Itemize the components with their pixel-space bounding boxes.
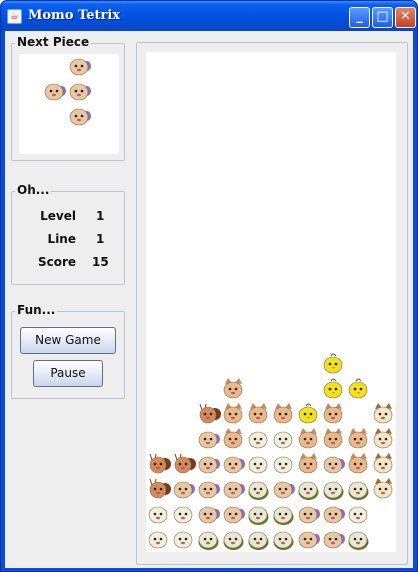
- white-sheep-block: [246, 427, 271, 452]
- green-frog-block: [346, 477, 371, 502]
- snail-block: [171, 452, 196, 477]
- pink-pig-block: [296, 502, 321, 527]
- white-sheep-block: [146, 527, 171, 552]
- green-frog-block: [321, 477, 346, 502]
- tan-cat-block: [321, 427, 346, 452]
- pink-pig-block: [221, 477, 246, 502]
- pink-pig-block: [196, 477, 221, 502]
- new-game-button[interactable]: New Game: [20, 327, 116, 354]
- white-sheep-block: [246, 452, 271, 477]
- level-row: Level 1: [12, 209, 126, 227]
- next-piece-block: [67, 104, 92, 129]
- score-row: Score 15: [12, 255, 126, 273]
- line-value: 1: [96, 232, 105, 246]
- hamster-block: [371, 427, 396, 452]
- snail-block: [146, 477, 171, 502]
- hamster-block: [371, 452, 396, 477]
- green-frog-block: [246, 527, 271, 552]
- green-frog-block: [271, 502, 296, 527]
- tan-cat-block: [346, 427, 371, 452]
- tan-cat-block: [346, 452, 371, 477]
- green-frog-block: [221, 527, 246, 552]
- next-piece-block: [67, 54, 92, 79]
- score-label: Score: [37, 255, 76, 269]
- next-piece-preview: [19, 54, 119, 154]
- green-frog-block: [246, 477, 271, 502]
- minimize-icon: _: [356, 9, 363, 24]
- next-piece-block: [67, 79, 92, 104]
- white-sheep-block: [146, 502, 171, 527]
- pink-pig-block: [321, 452, 346, 477]
- java-cup-icon: ☕: [7, 9, 22, 24]
- maximize-icon: □: [376, 9, 389, 24]
- game-board[interactable]: [146, 52, 396, 552]
- tan-cat-block: [221, 377, 246, 402]
- green-frog-block: [271, 527, 296, 552]
- next-piece-panel: Next Piece: [11, 35, 125, 161]
- tan-cat-block: [296, 427, 321, 452]
- pink-pig-block: [171, 477, 196, 502]
- tan-cat-block: [221, 427, 246, 452]
- client-area: Next Piece Oh... Level 1 Line 1 Score 15…: [5, 31, 413, 568]
- hamster-block: [371, 477, 396, 502]
- line-row: Line 1: [12, 232, 126, 250]
- window-title: Momo Tetrix: [28, 8, 121, 23]
- white-sheep-block: [346, 502, 371, 527]
- yellow-chick-block: [296, 402, 321, 427]
- tan-cat-block: [221, 402, 246, 427]
- close-button[interactable]: ✕: [395, 7, 416, 28]
- stats-panel: Oh... Level 1 Line 1 Score 15: [11, 183, 126, 285]
- tan-cat-block: [246, 402, 271, 427]
- snail-block: [146, 452, 171, 477]
- yellow-chick-block: [321, 377, 346, 402]
- close-icon: ✕: [400, 9, 411, 24]
- white-sheep-block: [171, 527, 196, 552]
- pink-pig-block: [196, 452, 221, 477]
- minimize-button[interactable]: _: [349, 7, 370, 28]
- pink-pig-block: [221, 452, 246, 477]
- green-frog-block: [196, 527, 221, 552]
- board-panel: [136, 42, 408, 565]
- app-window: ☕ Momo Tetrix _ □ ✕ Next Piece Oh... Lev…: [0, 0, 418, 572]
- pause-button[interactable]: Pause: [33, 360, 103, 387]
- pink-pig-block: [271, 477, 296, 502]
- yellow-chick-block: [346, 377, 371, 402]
- snail-block: [196, 402, 221, 427]
- stats-title: Oh...: [15, 183, 52, 197]
- tan-cat-block: [271, 402, 296, 427]
- next-piece-title: Next Piece: [15, 35, 92, 49]
- white-sheep-block: [271, 427, 296, 452]
- pink-pig-block: [321, 527, 346, 552]
- fun-panel: Fun... New Game Pause: [11, 303, 125, 399]
- green-frog-block: [246, 502, 271, 527]
- tan-cat-block: [296, 452, 321, 477]
- maximize-button[interactable]: □: [372, 7, 393, 28]
- pink-pig-block: [296, 527, 321, 552]
- level-label: Level: [40, 209, 76, 223]
- green-frog-block: [346, 527, 371, 552]
- level-value: 1: [96, 209, 105, 223]
- pink-pig-block: [321, 502, 346, 527]
- hamster-block: [371, 402, 396, 427]
- pink-pig-block: [221, 502, 246, 527]
- yellow-chick-block: [321, 352, 346, 377]
- white-sheep-block: [171, 502, 196, 527]
- fun-title: Fun...: [15, 303, 58, 317]
- green-frog-block: [296, 477, 321, 502]
- pink-pig-block: [196, 427, 221, 452]
- score-value: 15: [92, 255, 109, 269]
- white-sheep-block: [271, 452, 296, 477]
- line-label: Line: [47, 232, 76, 246]
- pink-pig-block: [196, 502, 221, 527]
- next-piece-block: [42, 79, 67, 104]
- title-bar[interactable]: ☕ Momo Tetrix _ □ ✕: [1, 1, 417, 31]
- tan-cat-block: [321, 402, 346, 427]
